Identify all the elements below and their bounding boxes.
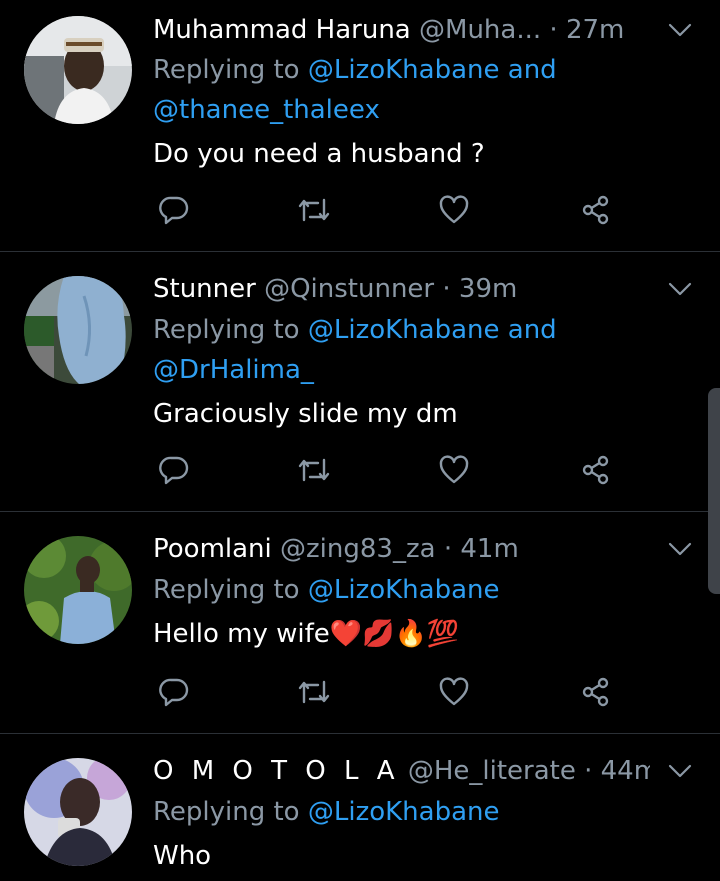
timestamp[interactable]: 39m [459,274,517,304]
user-handle[interactable]: @Muha... [419,15,541,45]
tweet-header: Stunner @Qinstunner · 39m [153,272,650,306]
share-icon [582,195,609,225]
tweet-2[interactable]: Stunner @Qinstunner · 39m Replying to @L… [0,252,720,512]
timestamp[interactable]: 27m [566,15,624,45]
tweet-header: Muhammad Haruna @Muha... · 27m [153,13,650,47]
tweet-4[interactable]: O M O T O L A @He_literate · 44m Replyin… [0,734,720,881]
mention-link[interactable]: @LizoKhabane [308,55,500,85]
mention-and[interactable]: and [508,55,557,85]
user-handle[interactable]: @He_literate [408,756,576,786]
timestamp[interactable]: 44m [601,756,650,786]
chevron-down-icon[interactable] [668,539,692,559]
tweet-actions [150,450,630,490]
tweet-header: Poomlani @zing83_za · 41m [153,532,650,566]
tweet-1[interactable]: Muhammad Haruna @Muha... · 27m Replying … [0,0,720,252]
emoji-group: ❤️💋🔥💯 [329,619,460,649]
replying-to-label: Replying to [153,55,300,85]
retweet-icon [298,458,330,482]
reply-button[interactable] [154,450,194,490]
heart-icon [439,195,469,224]
user-handle[interactable]: @Qinstunner [264,274,434,304]
replying-to-line: Replying to @LizoKhabane and [153,310,700,350]
separator: · [443,534,453,564]
scrollbar[interactable] [708,388,720,594]
tweet-text: Graciously slide my dm [153,399,458,429]
share-icon [582,677,609,707]
user-handle[interactable]: @zing83_za [280,534,436,564]
reply-bubble-icon [159,196,189,225]
reply-bubble-icon [159,456,189,485]
separator: · [584,756,593,786]
like-button[interactable] [434,672,474,712]
avatar-photo [24,758,132,866]
heart-icon [439,455,469,484]
like-button[interactable] [434,450,474,490]
avatar-photo [24,276,132,384]
mention-and[interactable]: and [508,315,557,345]
tweet-text: Hello my wife [153,619,330,649]
replying-to-line-2: @thanee_thaleex [153,90,700,130]
timestamp[interactable]: 41m [460,534,518,564]
avatar[interactable] [24,536,132,644]
replying-to-label: Replying to [153,797,300,827]
mention-link[interactable]: @thanee_thaleex [153,95,380,125]
share-button[interactable] [576,190,616,230]
avatar[interactable] [24,758,132,866]
display-name[interactable]: O M O T O L A [153,756,400,786]
reply-bubble-icon [159,678,189,707]
separator: · [549,15,558,45]
avatar[interactable] [24,16,132,124]
heart-icon [439,677,469,706]
avatar[interactable] [24,276,132,384]
retweet-button[interactable] [294,672,334,712]
mention-link[interactable]: @DrHalima_ [153,355,314,385]
replying-to-label: Replying to [153,315,300,345]
replying-to-line: Replying to @LizoKhabane and [153,50,700,90]
retweet-icon [298,680,330,704]
tweet-header: O M O T O L A @He_literate · 44m [153,754,650,788]
avatar-photo [24,16,132,124]
reply-button[interactable] [154,672,194,712]
share-button[interactable] [576,450,616,490]
tweet-actions [150,672,630,712]
share-icon [582,455,609,485]
mention-link[interactable]: @LizoKhabane [308,797,500,827]
mention-link[interactable]: @LizoKhabane [308,575,500,605]
share-button[interactable] [576,672,616,712]
tweet-text-line: Hello my wife❤️💋🔥💯 [153,614,700,654]
retweet-button[interactable] [294,190,334,230]
replying-to-line: Replying to @LizoKhabane [153,570,700,610]
tweet-3[interactable]: Poomlani @zing83_za · 41m Replying to @L… [0,512,720,734]
replying-to-line: Replying to @LizoKhabane [153,792,700,832]
display-name[interactable]: Stunner [153,274,256,304]
like-button[interactable] [434,190,474,230]
retweet-button[interactable] [294,450,334,490]
replying-to-label: Replying to [153,575,300,605]
separator: · [442,274,451,304]
tweet-text: Do you need a husband ? [153,139,485,169]
replying-to-line-2: @DrHalima_ [153,350,700,390]
chevron-down-icon[interactable] [668,761,692,781]
avatar-photo [24,536,132,644]
display-name[interactable]: Muhammad Haruna [153,15,411,45]
display-name[interactable]: Poomlani [153,534,272,564]
reply-button[interactable] [154,190,194,230]
chevron-down-icon[interactable] [668,279,692,299]
retweet-icon [298,198,330,222]
tweet-text: Who [153,841,212,871]
chevron-down-icon[interactable] [668,20,692,40]
mention-link[interactable]: @LizoKhabane [308,315,500,345]
tweet-actions [150,190,630,230]
